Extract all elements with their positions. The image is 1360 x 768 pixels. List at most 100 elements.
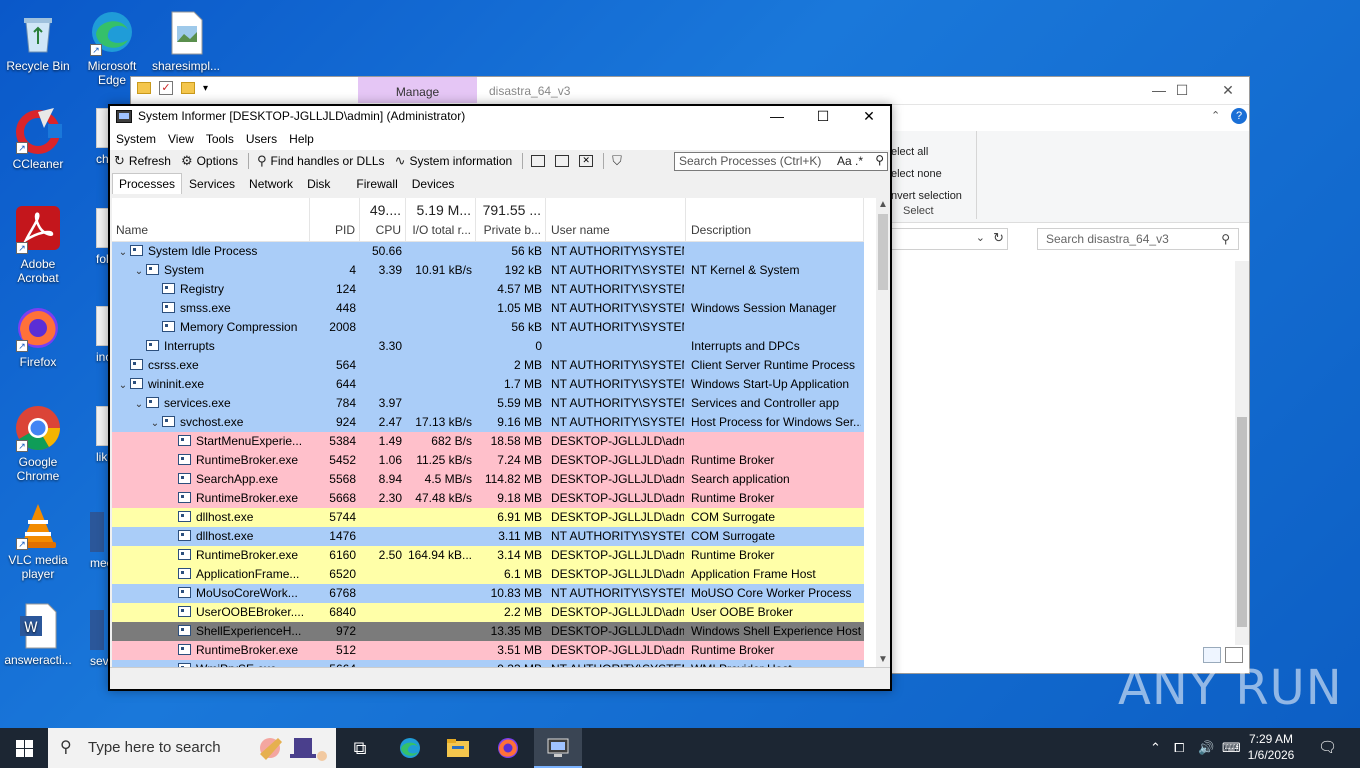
expand-toggle-icon[interactable]: ⌄ [148, 414, 162, 433]
process-row[interactable]: ⌄ System 4 3.39 10.91 kB/s 192 kB NT AUTHORITY… [112, 261, 864, 280]
tab-disk[interactable]: Disk [300, 173, 337, 194]
process-tree[interactable]: Name PID 49.... CPU 5.19 M... I/O total … [112, 198, 888, 667]
process-row[interactable]: ApplicationFrame... 6520 6.1 MB DESKTOP-JGL… [112, 565, 864, 584]
notification-center-icon[interactable]: 🗨 [1318, 728, 1337, 768]
process-row[interactable]: WmiPrvSE.exe5664 9.33 MB NT AUTHORITY\SYST… [112, 660, 864, 667]
options-button[interactable]: ⚙ Options [181, 153, 238, 169]
taskbar-firefox[interactable] [484, 728, 532, 768]
refresh-button[interactable]: ↻ Refresh [114, 153, 171, 169]
properties-icon[interactable]: ✓ [159, 81, 173, 95]
process-row[interactable]: SearchApp.exe 5568 8.94 4.5 MB/s 114.82 MB DE… [112, 470, 864, 489]
column-user-name[interactable]: User name [546, 198, 686, 242]
process-row[interactable]: ⌄ services.exe 784 3.97 5.59 MB NT AUTHORITY\… [112, 394, 864, 413]
find-window-icon[interactable] [555, 155, 570, 167]
show-hidden-icons[interactable]: ⌃ [1150, 728, 1161, 768]
process-row[interactable]: Registry 124 4.57 MB NT AUTHORITY\SYSTEM [112, 280, 864, 299]
select-none-button[interactable]: elect none [891, 163, 962, 185]
process-row[interactable]: RuntimeBroker.exe 5668 2.30 47.48 kB/s 9.18 … [112, 489, 864, 508]
taskbar-search-input[interactable]: ⚲ Type here to search [48, 728, 336, 768]
explorer-search-input[interactable]: Search disastra_64_v3 ⚲ [1037, 228, 1239, 250]
scrollbar-thumb[interactable] [1237, 417, 1247, 627]
process-row[interactable]: RuntimeBroker.exe 6160 2.50 164.94 kB... 3.1… [112, 546, 864, 565]
menu-help[interactable]: Help [289, 132, 320, 146]
maximize-button[interactable]: ☐ [800, 106, 846, 128]
shield-icon[interactable]: ⛉ [612, 153, 622, 169]
process-row[interactable]: ⌄ wininit.exe 644 1.7 MB NT AUTHORITY\SYSTEM… [112, 375, 864, 394]
collapse-ribbon-icon[interactable]: ⌃ [1211, 109, 1220, 122]
help-icon[interactable]: ? [1231, 108, 1247, 124]
explorer-scrollbar[interactable] [1235, 261, 1249, 645]
column-name[interactable]: Name [112, 198, 310, 242]
close-button[interactable]: ✕ [1205, 77, 1251, 105]
close-button[interactable]: ✕ [846, 106, 892, 128]
desktop-icon-vlc[interactable]: ↗ VLC media player [0, 502, 76, 581]
tab-devices[interactable]: Devices [405, 173, 462, 194]
process-row[interactable]: UserOOBEBroker.... 6840 2.2 MB DESKTOP-JGLL… [112, 603, 864, 622]
process-row[interactable]: ⌄ svchost.exe 924 2.47 17.13 kB/s 9.16 MB NT A… [112, 413, 864, 432]
find-handles-button[interactable]: ⚲ Find handles or DLLs [257, 153, 385, 169]
column-cpu[interactable]: 49.... CPU [360, 198, 406, 242]
menu-users[interactable]: Users [246, 132, 283, 146]
task-view-button[interactable]: ⧉ [336, 728, 384, 768]
system-information-button[interactable]: ∿ System information [395, 153, 513, 169]
tab-processes[interactable]: Processes [112, 173, 183, 194]
taskbar-system-informer[interactable] [534, 728, 582, 768]
window-icon[interactable] [531, 155, 546, 167]
start-button[interactable] [0, 728, 48, 768]
desktop-icon-chrome[interactable]: ↗ Google Chrome [0, 404, 76, 483]
process-row[interactable]: StartMenuExperie... 5384 1.49 682 B/s 18.58 … [112, 432, 864, 451]
search-processes-input[interactable]: Search Processes (Ctrl+K) Aa .* ⚲ [674, 152, 888, 171]
desktop-icon-ccleaner[interactable]: ↗ CCleaner [0, 106, 76, 171]
network-icon[interactable]: ⧠ [1174, 728, 1184, 768]
menu-system[interactable]: System [116, 132, 162, 146]
process-row[interactable]: RuntimeBroker.exe 512 3.51 MB DESKTOP-JGLLJ… [112, 641, 864, 660]
desktop-icon-recycle-bin[interactable]: Recycle Bin [0, 8, 76, 73]
taskbar-clock[interactable]: 7:29 AM 1/6/2026 [1236, 731, 1306, 763]
customize-qat-icon[interactable]: ▾ [203, 83, 208, 94]
process-row[interactable]: dllhost.exe 1476 3.11 MB NT AUTHORITY\SYSTE… [112, 527, 864, 546]
tab-network[interactable]: Network [242, 173, 300, 194]
desktop-icon-acrobat[interactable]: ↗ Adobe Acrobat [0, 206, 76, 285]
new-folder-icon[interactable] [181, 82, 195, 94]
menu-tools[interactable]: Tools [206, 132, 240, 146]
chevron-down-icon[interactable]: ⌄ [976, 231, 985, 244]
column-description[interactable]: Description [686, 198, 864, 242]
tab-services[interactable]: Services [182, 173, 242, 194]
minimize-button[interactable]: — [754, 106, 800, 128]
column-pid[interactable]: PID [310, 198, 360, 242]
process-row[interactable]: smss.exe 448 1.05 MB NT AUTHORITY\SYSTEM Win… [112, 299, 864, 318]
expand-toggle-icon[interactable]: ⌄ [132, 395, 146, 414]
invert-selection-button[interactable]: nvert selection [891, 185, 962, 207]
process-row[interactable]: Memory Compression 2008 56 kB NT AUTHORITY\… [112, 318, 864, 337]
process-row[interactable]: csrss.exe 564 2 MB NT AUTHORITY\SYSTEM Clien… [112, 356, 864, 375]
process-row[interactable]: RuntimeBroker.exe 5452 1.06 11.25 kB/s 7.24 … [112, 451, 864, 470]
process-row[interactable]: MoUsoCoreWork... 6768 10.83 MB NT AUTHORITY… [112, 584, 864, 603]
folder-icon[interactable] [137, 82, 151, 94]
column-io-total[interactable]: 5.19 M... I/O total r... [406, 198, 476, 242]
maximize-button[interactable]: ☐ [1159, 77, 1205, 105]
address-bar[interactable]: ⌄ ↻ [891, 228, 1008, 250]
scroll-down-icon[interactable]: ▼ [876, 653, 890, 667]
process-row[interactable]: ⌄ System Idle Process 50.66 56 kB NT AUTHORI… [112, 242, 864, 261]
desktop-icon-answeracti[interactable]: W answeracti... [0, 602, 76, 667]
menu-view[interactable]: View [168, 132, 200, 146]
process-row[interactable]: dllhost.exe 5744 6.91 MB DESKTOP-JGLLJLD\ad… [112, 508, 864, 527]
refresh-icon[interactable]: ↻ [993, 230, 1004, 246]
desktop-icon-firefox[interactable]: ↗ Firefox [0, 304, 76, 369]
volume-icon[interactable]: 🔊 [1198, 728, 1214, 768]
expand-toggle-icon[interactable]: ⌄ [132, 262, 146, 281]
close-window-icon[interactable]: ✕ [579, 155, 594, 167]
select-all-button[interactable]: elect all [891, 141, 962, 163]
process-scrollbar[interactable]: ▲ ▼ [876, 198, 890, 667]
process-row[interactable]: Interrupts 3.30 0 Interrupts and DPCs [112, 337, 864, 356]
si-title-bar[interactable]: System Informer [DESKTOP-JGLLJLD\admin] … [110, 106, 890, 128]
match-case-toggle[interactable]: Aa .* [837, 154, 863, 168]
system-informer-window[interactable]: System Informer [DESKTOP-JGLLJLD\admin] … [108, 104, 892, 691]
column-private-bytes[interactable]: 791.55 ... Private b... [476, 198, 546, 242]
desktop-icon-sharesimpl[interactable]: sharesimpl... [148, 8, 224, 73]
expand-toggle-icon[interactable]: ⌄ [116, 243, 130, 262]
regex-toggle[interactable]: .* [855, 154, 863, 168]
tab-firewall[interactable]: Firewall [349, 173, 404, 194]
taskbar-file-explorer[interactable] [434, 728, 482, 768]
scroll-up-icon[interactable]: ▲ [876, 198, 890, 212]
